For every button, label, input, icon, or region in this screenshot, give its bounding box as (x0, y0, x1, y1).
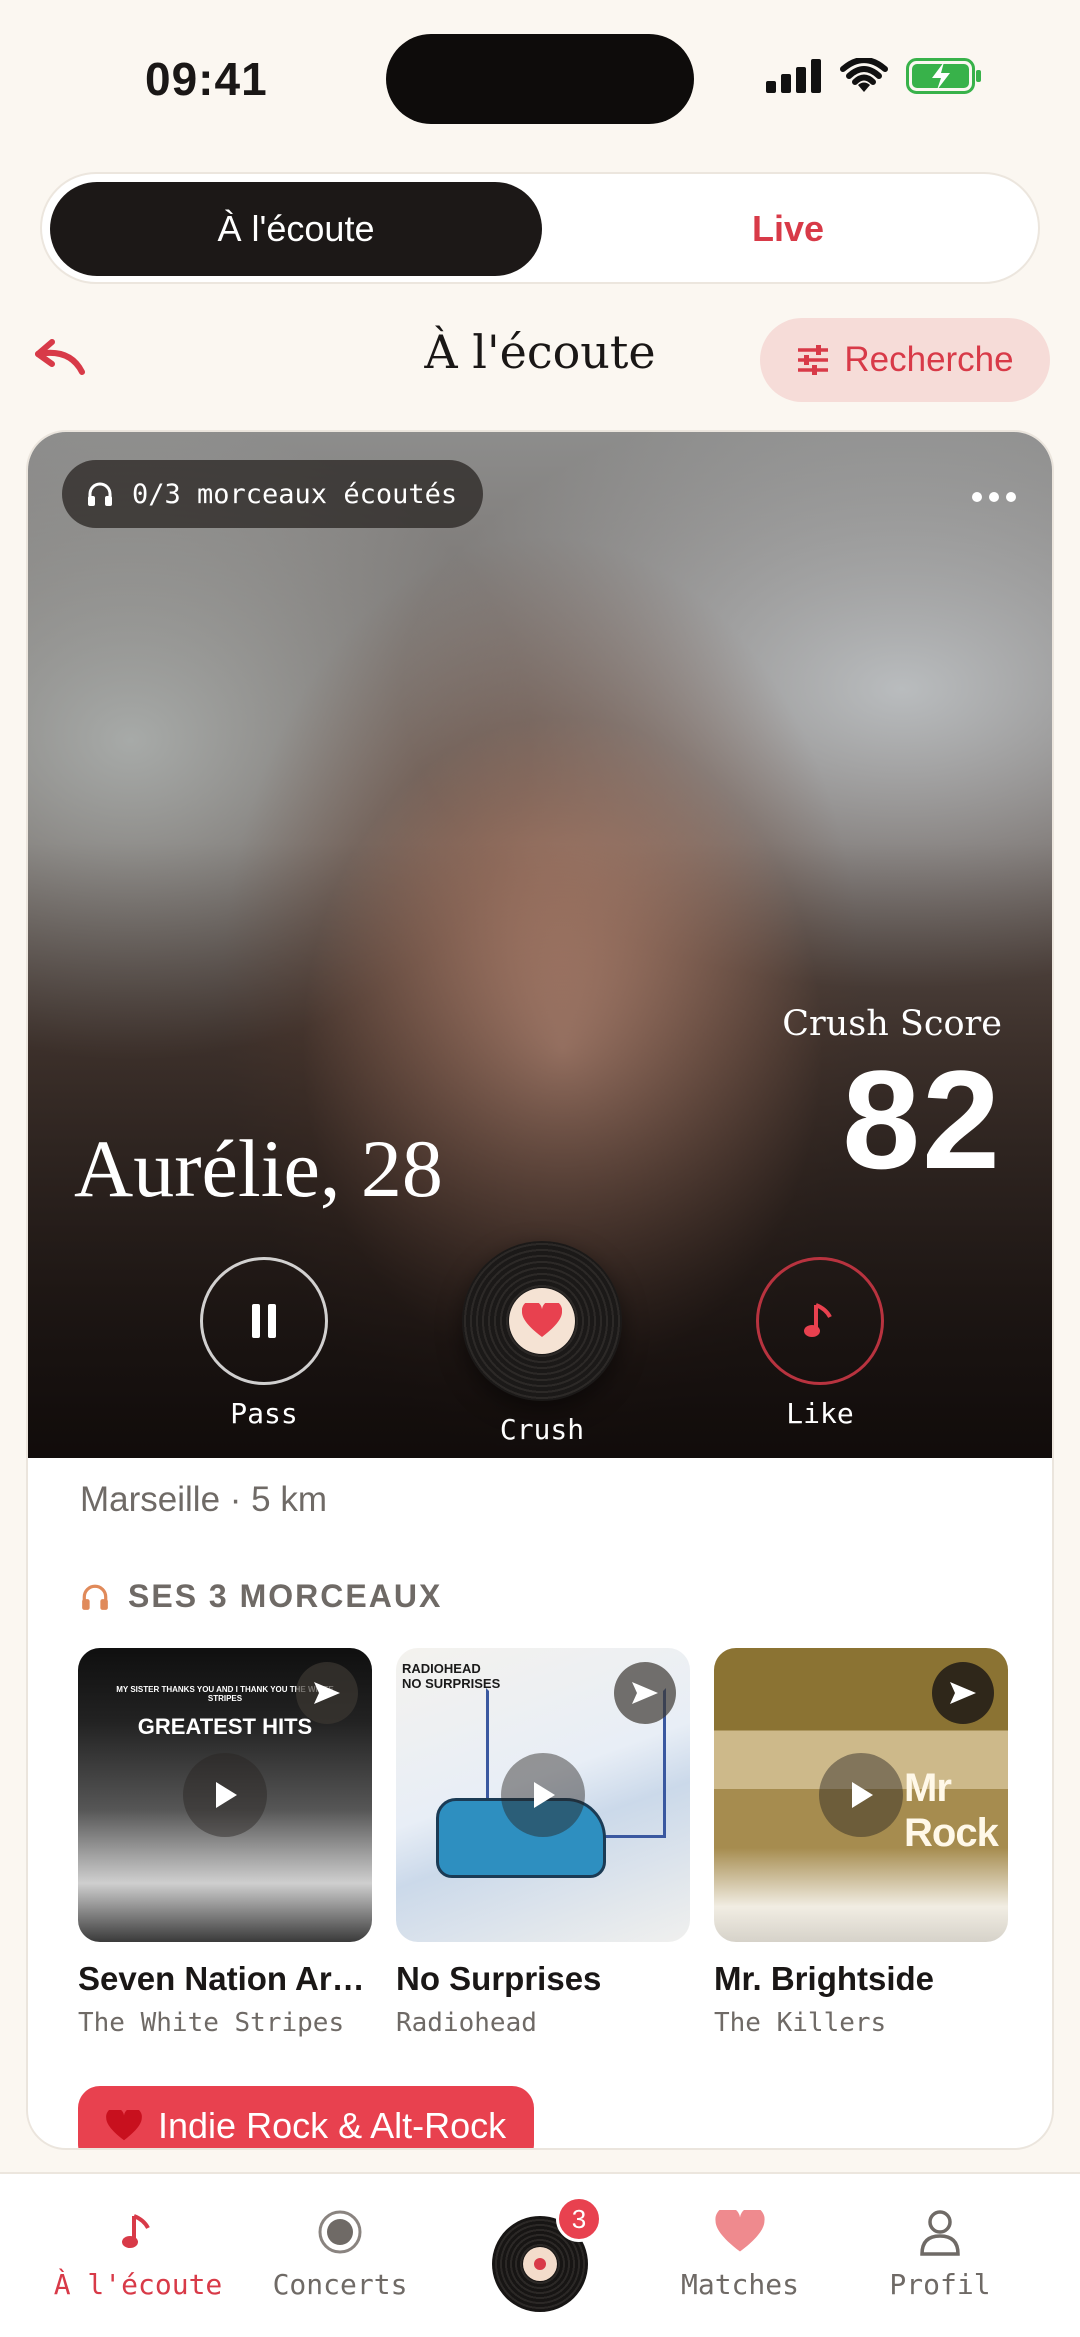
record-icon (318, 2210, 362, 2254)
notification-badge: 3 (556, 2196, 602, 2242)
tab-label: Concerts (272, 2268, 408, 2301)
signal-icon (766, 59, 821, 93)
send-icon[interactable] (296, 1662, 358, 1724)
status-time: 09:41 (145, 53, 268, 105)
headphones-icon (82, 1584, 108, 1610)
genre-chip-label: Indie Rock & Alt-Rock (158, 2105, 507, 2146)
profile-photo[interactable]: 0/3 morceaux écoutés Crush Score 82 Auré… (28, 432, 1052, 1458)
page-title: À l'écoute (424, 325, 656, 379)
tab-concerts[interactable]: Concerts (240, 2204, 440, 2301)
play-icon[interactable] (501, 1753, 585, 1837)
track-card[interactable]: MY SISTER THANKS YOU AND I THANK YOU THE… (78, 1648, 372, 2038)
track-card[interactable]: RADIOHEAD NO SURPRISES No Surprises Radi… (396, 1648, 690, 2038)
profile-card: 0/3 morceaux écoutés Crush Score 82 Auré… (26, 430, 1054, 2150)
like-action: Like (740, 1257, 900, 1430)
tracks-list: MY SISTER THANKS YOU AND I THANK YOU THE… (78, 1648, 1018, 2068)
headphones-icon (88, 482, 112, 506)
pass-action: Pass (184, 1257, 344, 1430)
track-title: Seven Nation Army (78, 1960, 372, 1997)
track-artist: The Killers (714, 2008, 887, 2038)
tab-profil[interactable]: Profil (840, 2204, 1040, 2301)
pass-button[interactable] (200, 1257, 328, 1385)
like-button[interactable] (756, 1257, 884, 1385)
tab-label: À l'écoute (53, 2268, 223, 2301)
tab-a-l-ecoute[interactable]: À l'écoute (38, 2204, 238, 2301)
sliders-icon (798, 345, 829, 375)
battery-icon (906, 58, 981, 94)
album-cover[interactable]: Mr Rock (714, 1648, 1008, 1942)
search-button-label: Recherche (844, 340, 1014, 379)
play-icon[interactable] (183, 1753, 267, 1837)
track-title: No Surprises (396, 1960, 602, 1997)
pass-label: Pass (230, 1397, 298, 1430)
album-cover-text: Mr Rock (904, 1766, 999, 1855)
profile-name-age: Aurélie, 28 (74, 1123, 443, 1214)
track-artist: Radiohead (396, 2008, 537, 2038)
tracks-section-title: SES 3 MORCEAUX (80, 1578, 442, 1615)
search-filter-button[interactable]: Recherche (760, 318, 1050, 402)
user-icon (920, 2210, 960, 2256)
wifi-icon (840, 58, 888, 92)
listened-progress-pill: 0/3 morceaux écoutés (62, 460, 484, 528)
tracks-section-label: SES 3 MORCEAUX (128, 1578, 443, 1614)
tab-matches[interactable]: Matches (640, 2204, 840, 2301)
status-icons (766, 58, 982, 94)
listened-progress-text: 0/3 morceaux écoutés (132, 478, 458, 510)
crush-label: Crush (499, 1413, 585, 1446)
crush-action: Crush (462, 1241, 622, 1446)
undo-icon[interactable] (30, 338, 90, 378)
heart-icon (715, 2210, 765, 2252)
heart-icon (522, 1303, 562, 1337)
music-note-icon (804, 1303, 832, 1337)
send-icon[interactable] (614, 1662, 676, 1724)
tab-label: Profil (889, 2268, 991, 2301)
track-artist: The White Stripes (78, 2008, 345, 2038)
segment-live[interactable]: Live (542, 182, 1034, 276)
genre-chip[interactable]: Indie Rock & Alt-Rock (78, 2086, 535, 2148)
pause-icon (252, 1304, 276, 1338)
album-cover[interactable]: MY SISTER THANKS YOU AND I THANK YOU THE… (78, 1648, 372, 1942)
segment-a-l-ecoute[interactable]: À l'écoute (50, 182, 542, 276)
more-options-icon[interactable] (972, 492, 1016, 502)
dynamic-island (386, 34, 694, 124)
send-icon[interactable] (932, 1662, 994, 1724)
status-bar: 09:41 (0, 0, 1080, 150)
album-cover-text: RADIOHEAD NO SURPRISES (402, 1661, 501, 1691)
track-card[interactable]: Mr Rock Mr. Brightside The Killers (714, 1648, 1008, 2038)
crush-score-value: 82 (842, 1041, 1002, 1198)
bottom-tab-bar: À l'écoute Concerts 3 Matches Profil (0, 2172, 1080, 2337)
tab-label: Matches (680, 2268, 799, 2301)
crush-score-label: Crush Score (782, 1004, 1002, 1044)
heart-icon (106, 2110, 142, 2141)
album-cover[interactable]: RADIOHEAD NO SURPRISES (396, 1648, 690, 1942)
track-title: Mr. Brightside (714, 1960, 935, 1997)
profile-location: Marseille · 5 km (80, 1480, 327, 1519)
mode-segmented-control: À l'écoute Live (40, 172, 1040, 284)
music-note-icon (122, 2214, 150, 2248)
play-icon[interactable] (819, 1753, 903, 1837)
like-label: Like (786, 1397, 854, 1430)
crush-vinyl-button[interactable] (462, 1241, 622, 1401)
